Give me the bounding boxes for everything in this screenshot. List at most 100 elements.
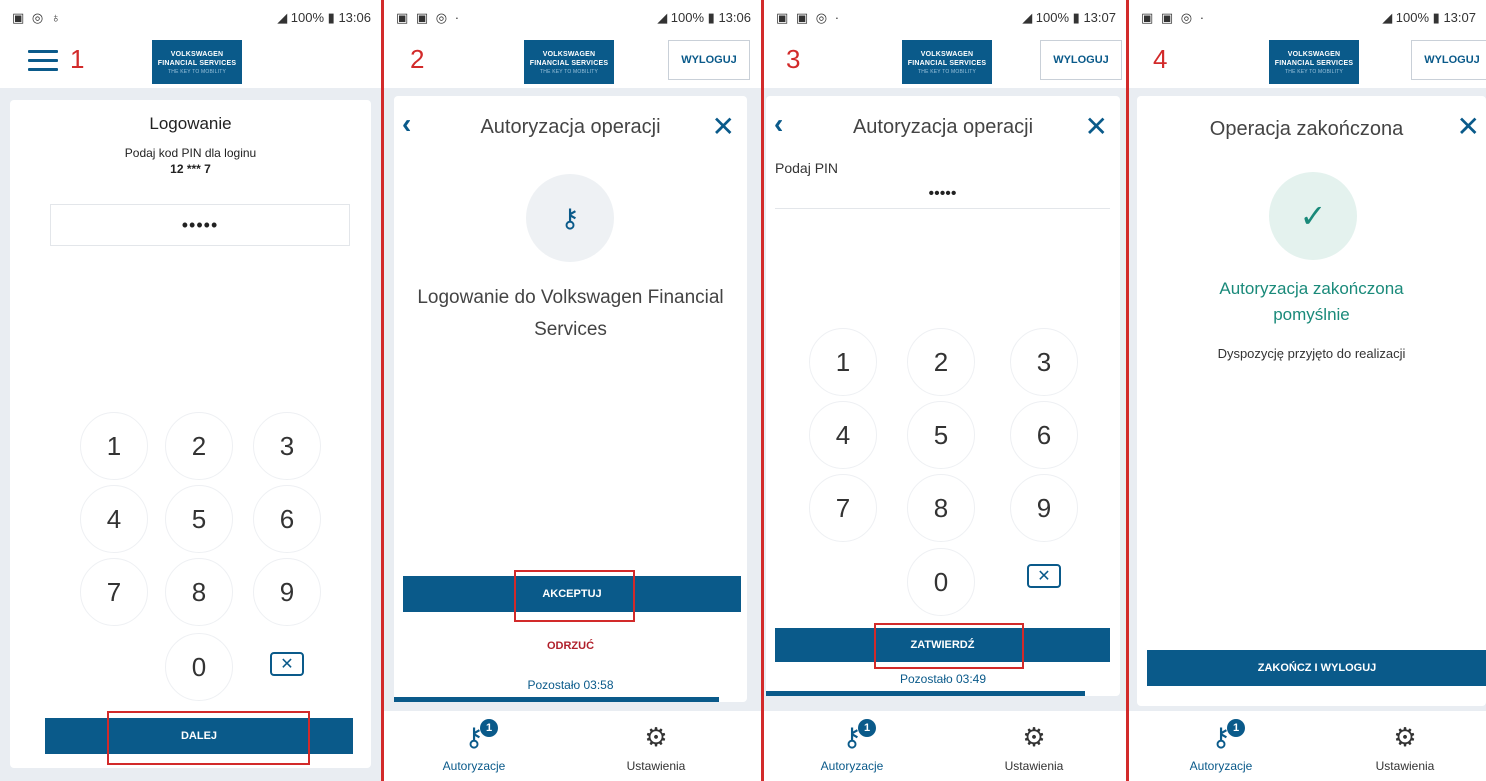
nav-authorizations[interactable]: ⚷ 1 Autoryzacje xyxy=(792,719,912,773)
key-4[interactable]: 4 xyxy=(80,485,148,553)
vwfs-logo: VOLKSWAGEN FINANCIAL SERVICES THE KEY TO… xyxy=(902,40,992,84)
nav-settings[interactable]: ⚙ Ustawienia xyxy=(1345,721,1465,773)
logo-line2: FINANCIAL SERVICES xyxy=(907,60,987,67)
back-chevron-icon[interactable]: ‹ xyxy=(402,108,411,140)
annotation-highlight xyxy=(514,570,635,622)
battery-icon: ▮ xyxy=(1072,10,1080,25)
signal-icon: ◢ xyxy=(1022,10,1036,25)
key-icon: ⚷ xyxy=(526,174,614,262)
nav-authorizations[interactable]: ⚷ 1 Autoryzacje xyxy=(1161,719,1281,773)
key-4[interactable]: 4 xyxy=(809,401,877,469)
notification-badge: 1 xyxy=(1227,719,1245,737)
close-icon[interactable]: ✕ xyxy=(712,110,735,143)
screen-authorization-pin: ▣ ▣ ◎ · ◢ 100% ▮ 13:07 3 VOLKSWAGEN FINA… xyxy=(764,0,1126,781)
status-bar: ▣ ▣ ◎ · ◢ 100% ▮ 13:07 xyxy=(764,0,1126,36)
battery-icon: ▮ xyxy=(1432,10,1440,25)
status-right: ◢ 100% ▮ 13:06 xyxy=(657,10,751,26)
status-icons: ▣ ▣ ◎ · xyxy=(1141,10,1207,25)
close-icon[interactable]: ✕ xyxy=(1457,110,1480,143)
success-line1: Autoryzacja zakończona xyxy=(1219,279,1404,298)
nav-label: Ustawienia xyxy=(1375,759,1435,773)
nav-authorizations[interactable]: ⚷ 1 Autoryzacje xyxy=(414,719,534,773)
authorization-message: Logowanie do Volkswagen Financial Servic… xyxy=(417,287,724,340)
step-number: 4 xyxy=(1153,44,1168,74)
key-9[interactable]: 9 xyxy=(253,558,321,626)
battery-level: 100% xyxy=(1035,10,1070,25)
battery-icon: ▮ xyxy=(327,10,335,25)
logo-line2: FINANCIAL SERVICES xyxy=(1274,60,1354,67)
logout-button[interactable]: WYLOGUJ xyxy=(1411,40,1486,80)
back-chevron-icon[interactable]: ‹ xyxy=(774,108,783,140)
key-7[interactable]: 7 xyxy=(80,558,148,626)
pin-input[interactable]: ••••• xyxy=(775,180,1110,209)
key-icon: ⚷ 1 xyxy=(414,719,534,753)
logout-button[interactable]: WYLOGUJ xyxy=(1040,40,1122,80)
status-icons: ▣ ◎ ♁ xyxy=(12,10,63,25)
step-number: 2 xyxy=(410,44,425,74)
key-3[interactable]: 3 xyxy=(1010,328,1078,396)
status-right: ◢ 100% ▮ 13:07 xyxy=(1382,10,1476,26)
key-icon: ⚷ 1 xyxy=(1161,719,1281,753)
nav-label: Autoryzacje xyxy=(442,759,506,773)
status-time: 13:06 xyxy=(718,10,751,25)
pin-input[interactable]: ••••• xyxy=(50,204,350,246)
screen-login-pin: ▣ ◎ ♁ ◢ 100% ▮ 13:06 1 VOLKSWAGEN FINANC… xyxy=(0,0,381,781)
close-icon[interactable]: ✕ xyxy=(1085,110,1108,143)
key-7[interactable]: 7 xyxy=(809,474,877,542)
gear-icon: ⚙ xyxy=(1022,722,1046,752)
key-5[interactable]: 5 xyxy=(165,485,233,553)
key-6[interactable]: 6 xyxy=(1010,401,1078,469)
app-bar: 1 VOLKSWAGEN FINANCIAL SERVICES THE KEY … xyxy=(0,36,381,88)
backspace-icon[interactable]: ✕ xyxy=(270,652,304,676)
result-card: Operacja zakończona ✕ ✓ Autoryzacja zako… xyxy=(1137,96,1486,706)
key-9[interactable]: 9 xyxy=(1010,474,1078,542)
notification-badge: 1 xyxy=(480,719,498,737)
login-title: Logowanie xyxy=(149,114,232,133)
key-2[interactable]: 2 xyxy=(907,328,975,396)
nav-settings[interactable]: ⚙ Ustawienia xyxy=(974,721,1094,773)
status-bar: ▣ ▣ ◎ · ◢ 100% ▮ 13:07 xyxy=(1129,0,1486,36)
success-line2: pomyślnie xyxy=(1273,305,1350,324)
app-bar: 3 VOLKSWAGEN FINANCIAL SERVICES THE KEY … xyxy=(764,36,1126,88)
notification-badge: 1 xyxy=(858,719,876,737)
header-title: Operacja zakończona xyxy=(1209,118,1404,140)
nav-settings[interactable]: ⚙ Ustawienia xyxy=(596,721,716,773)
screen-authorization-request: ▣ ▣ ◎ · ◢ 100% ▮ 13:06 2 VOLKSWAGEN FINA… xyxy=(384,0,761,781)
logo-tagline: THE KEY TO MOBILITY xyxy=(168,69,226,75)
key-8[interactable]: 8 xyxy=(165,558,233,626)
key-8[interactable]: 8 xyxy=(907,474,975,542)
app-bar: 4 VOLKSWAGEN FINANCIAL SERVICES THE KEY … xyxy=(1129,36,1486,88)
status-icons: ▣ ▣ ◎ · xyxy=(396,10,462,25)
finish-logout-button[interactable]: ZAKOŃCZ I WYLOGUJ xyxy=(1147,650,1486,686)
battery-level: 100% xyxy=(670,10,705,25)
app-bar: 2 VOLKSWAGEN FINANCIAL SERVICES THE KEY … xyxy=(384,36,761,88)
signal-icon: ◢ xyxy=(657,10,671,25)
nav-label: Ustawienia xyxy=(1004,759,1064,773)
status-bar: ▣ ▣ ◎ · ◢ 100% ▮ 13:06 xyxy=(384,0,761,36)
logout-button[interactable]: WYLOGUJ xyxy=(668,40,750,80)
vwfs-logo: VOLKSWAGEN FINANCIAL SERVICES THE KEY TO… xyxy=(152,40,242,84)
time-progress-bar xyxy=(394,697,719,702)
key-0[interactable]: 0 xyxy=(907,548,975,616)
gear-icon: ⚙ xyxy=(644,722,668,752)
menu-icon[interactable] xyxy=(28,50,58,77)
key-1[interactable]: 1 xyxy=(80,412,148,480)
status-bar: ▣ ◎ ♁ ◢ 100% ▮ 13:06 xyxy=(0,0,381,36)
key-2[interactable]: 2 xyxy=(165,412,233,480)
key-6[interactable]: 6 xyxy=(253,485,321,553)
key-5[interactable]: 5 xyxy=(907,401,975,469)
time-remaining: Pozostało 03:49 xyxy=(899,672,987,686)
login-masked: 12 *** 7 xyxy=(170,162,211,176)
bottom-nav: ⚷ 1 Autoryzacje ⚙ Ustawienia xyxy=(1129,711,1486,781)
backspace-icon[interactable]: ✕ xyxy=(1027,564,1061,588)
reject-button[interactable]: ODRZUĆ xyxy=(394,640,747,652)
time-progress-bar xyxy=(766,691,1085,696)
step-number: 3 xyxy=(786,44,801,74)
vwfs-logo: VOLKSWAGEN FINANCIAL SERVICES THE KEY TO… xyxy=(1269,40,1359,84)
status-time: 13:07 xyxy=(1443,10,1476,25)
key-0[interactable]: 0 xyxy=(165,633,233,701)
key-3[interactable]: 3 xyxy=(253,412,321,480)
logo-line1: VOLKSWAGEN xyxy=(542,51,596,58)
logo-line1: VOLKSWAGEN xyxy=(1287,51,1341,58)
key-1[interactable]: 1 xyxy=(809,328,877,396)
